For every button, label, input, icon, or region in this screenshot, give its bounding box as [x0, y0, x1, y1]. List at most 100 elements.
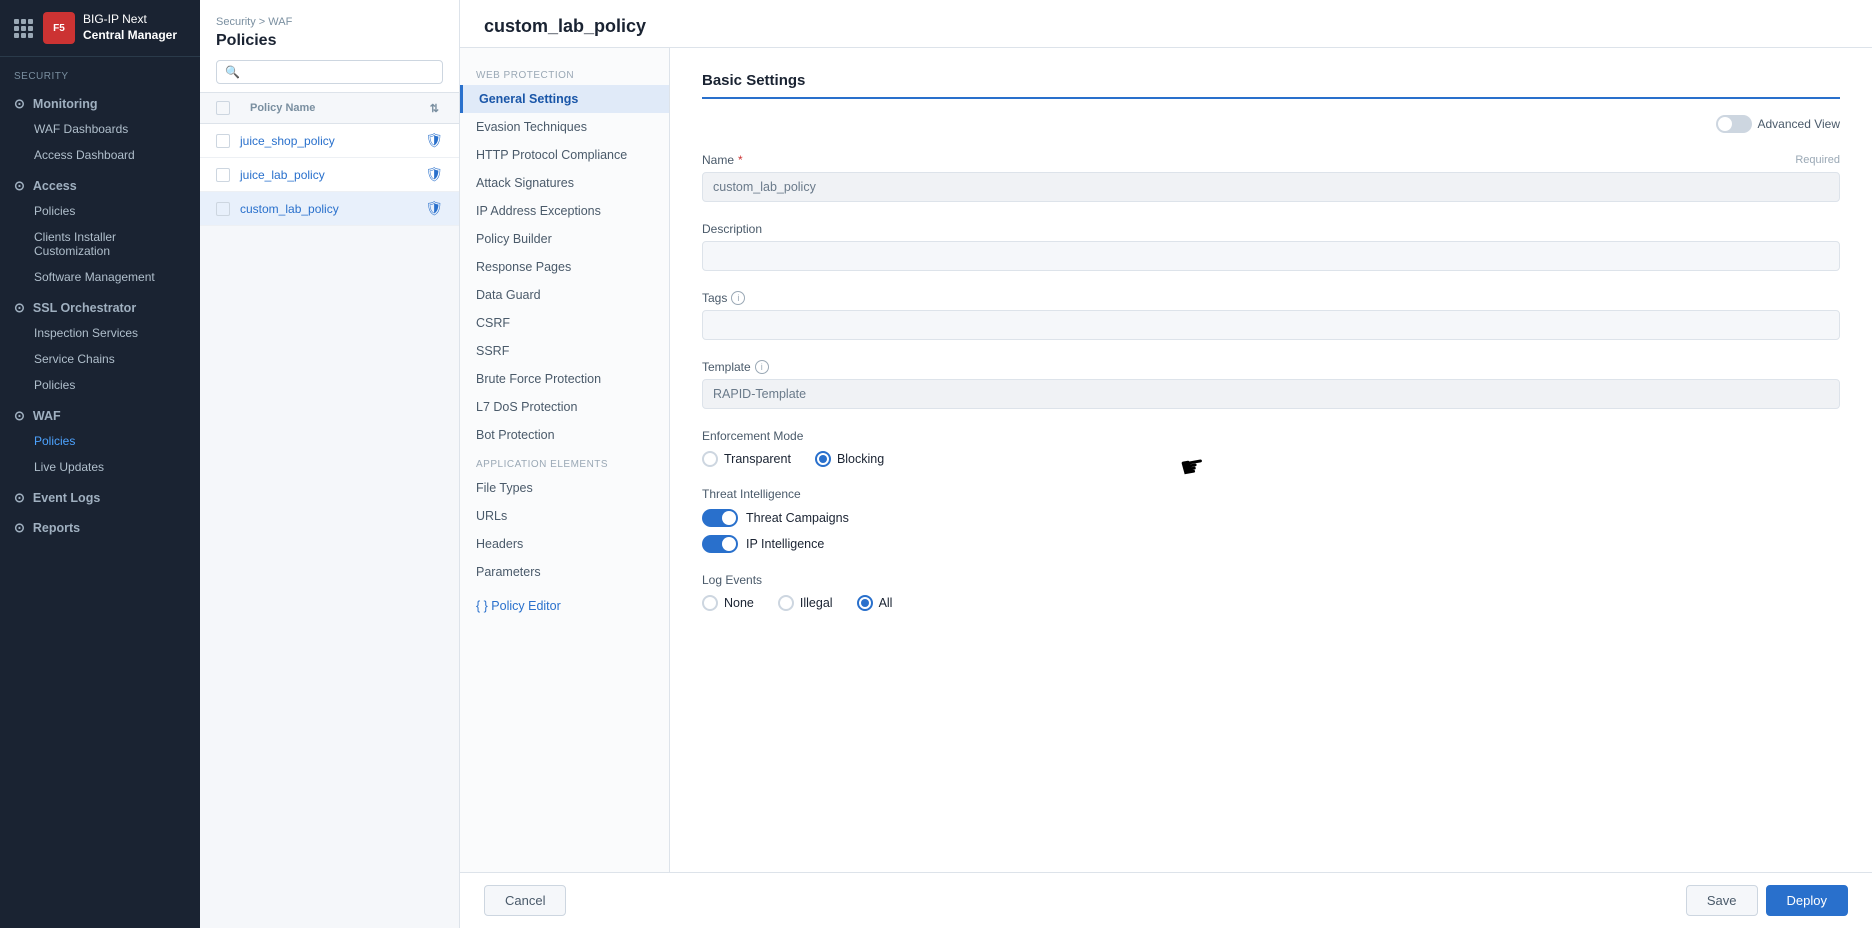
sidebar-item-live-updates[interactable]: Live Updates	[0, 454, 200, 480]
sidebar-item-ssl-policies[interactable]: Policies	[0, 372, 200, 398]
policy-name-juice-lab: juice_lab_policy	[240, 168, 425, 182]
radio-illegal[interactable]: Illegal	[778, 595, 833, 611]
enforcement-radio-group: Transparent Blocking	[702, 451, 1840, 467]
search-icon: 🔍	[225, 65, 240, 79]
radio-circle-all[interactable]	[857, 595, 873, 611]
sidebar-item-clients-installer[interactable]: Clients Installer Customization	[0, 224, 200, 264]
save-button[interactable]: Save	[1686, 885, 1758, 916]
nav-item-l7-dos[interactable]: L7 DoS Protection	[460, 393, 669, 421]
enforcement-label: Enforcement Mode	[702, 429, 1840, 443]
ip-intelligence-toggle[interactable]	[702, 535, 738, 553]
tags-info-icon[interactable]: i	[731, 291, 745, 305]
deploy-button[interactable]: Deploy	[1766, 885, 1848, 916]
editor-footer: Cancel Save Deploy	[460, 872, 1872, 928]
description-input[interactable]	[702, 241, 1840, 271]
nav-item-ssrf[interactable]: SSRF	[460, 337, 669, 365]
policy-list-panel: Security > WAF Policies 🔍 Policy Name ⇅ …	[200, 0, 460, 928]
radio-blocking[interactable]: Blocking	[815, 451, 884, 467]
nav-item-brute-force[interactable]: Brute Force Protection	[460, 365, 669, 393]
nav-item-headers[interactable]: Headers	[460, 530, 669, 558]
nav-section-web-protection: WEB PROTECTION	[460, 60, 669, 85]
policy-row-custom-lab[interactable]: custom_lab_policy 🛡	[200, 192, 459, 226]
name-label: Name * Required	[702, 153, 1840, 167]
sidebar-item-access-dashboard[interactable]: Access Dashboard	[0, 142, 200, 168]
editor-nav: WEB PROTECTION General Settings Evasion …	[460, 48, 670, 872]
policy-name-juice-shop: juice_shop_policy	[240, 134, 425, 148]
sidebar-item-waf-policies[interactable]: Policies	[0, 428, 200, 454]
toggle-knob	[1718, 117, 1732, 131]
sidebar-header: F5 BIG-IP NextCentral Manager	[0, 0, 200, 57]
policy-checkbox-custom-lab[interactable]	[216, 202, 230, 216]
event-logs-icon: ⊙	[14, 490, 25, 506]
apps-grid-icon[interactable]	[14, 19, 33, 38]
editor-title: custom_lab_policy	[484, 16, 1848, 37]
radio-none[interactable]: None	[702, 595, 754, 611]
search-box[interactable]: 🔍	[216, 60, 443, 84]
sidebar-group-access[interactable]: ⊙ Access	[0, 168, 200, 198]
nav-item-data-guard[interactable]: Data Guard	[460, 281, 669, 309]
form-group-enforcement: Enforcement Mode Transparent Blocking	[702, 429, 1840, 467]
nav-item-policy-editor-link[interactable]: { } Policy Editor	[460, 586, 669, 625]
sidebar-group-waf[interactable]: ⊙ WAF	[0, 398, 200, 428]
policy-checkbox-juice-shop[interactable]	[216, 134, 230, 148]
radio-dot-all	[861, 599, 869, 607]
radio-circle-blocking[interactable]	[815, 451, 831, 467]
form-group-log-events: Log Events None Illegal	[702, 573, 1840, 611]
required-text: Required	[1795, 154, 1840, 166]
radio-circle-transparent[interactable]	[702, 451, 718, 467]
sidebar-group-monitoring[interactable]: ⊙ Monitoring	[0, 86, 200, 116]
radio-circle-illegal[interactable]	[778, 595, 794, 611]
form-group-name: Name * Required	[702, 153, 1840, 202]
form-group-threat-intel: Threat Intelligence Threat Campaigns IP …	[702, 487, 1840, 553]
name-input[interactable]	[702, 172, 1840, 202]
threat-campaigns-toggle[interactable]	[702, 509, 738, 527]
template-input[interactable]	[702, 379, 1840, 409]
sidebar: F5 BIG-IP NextCentral Manager Security ⊙…	[0, 0, 200, 928]
sidebar-group-ssl[interactable]: ⊙ SSL Orchestrator	[0, 290, 200, 320]
sidebar-item-inspection-services[interactable]: Inspection Services	[0, 320, 200, 346]
cancel-button[interactable]: Cancel	[484, 885, 566, 916]
form-group-template: Template i	[702, 360, 1840, 409]
nav-item-http-protocol[interactable]: HTTP Protocol Compliance	[460, 141, 669, 169]
nav-item-file-types[interactable]: File Types	[460, 474, 669, 502]
required-star: *	[738, 153, 743, 167]
nav-item-response-pages[interactable]: Response Pages	[460, 253, 669, 281]
radio-label-illegal: Illegal	[800, 596, 833, 610]
search-input[interactable]	[244, 65, 434, 79]
sort-icon[interactable]: ⇅	[430, 102, 439, 115]
policy-row-juice-lab[interactable]: juice_lab_policy 🛡	[200, 158, 459, 192]
nav-item-evasion[interactable]: Evasion Techniques	[460, 113, 669, 141]
policy-checkbox-juice-lab[interactable]	[216, 168, 230, 182]
radio-circle-none[interactable]	[702, 595, 718, 611]
policy-name-custom-lab: custom_lab_policy	[240, 202, 425, 216]
sidebar-item-software-mgmt[interactable]: Software Management	[0, 264, 200, 290]
advanced-view-label: Advanced View	[1758, 117, 1841, 131]
radio-transparent[interactable]: Transparent	[702, 451, 791, 467]
nav-item-ip-exceptions[interactable]: IP Address Exceptions	[460, 197, 669, 225]
nav-item-bot-protection[interactable]: Bot Protection	[460, 421, 669, 449]
policy-editor: custom_lab_policy WEB PROTECTION General…	[460, 0, 1872, 928]
sidebar-group-event-logs[interactable]: ⊙ Event Logs	[0, 480, 200, 510]
sidebar-item-access-policies[interactable]: Policies	[0, 198, 200, 224]
policy-row-juice-shop[interactable]: juice_shop_policy 🛡	[200, 124, 459, 158]
radio-all[interactable]: All	[857, 595, 893, 611]
nav-item-general-settings[interactable]: General Settings	[460, 85, 669, 113]
nav-item-csrf[interactable]: CSRF	[460, 309, 669, 337]
sidebar-group-reports[interactable]: ⊙ Reports	[0, 510, 200, 540]
nav-item-policy-builder[interactable]: Policy Builder	[460, 225, 669, 253]
tags-input[interactable]	[702, 310, 1840, 340]
sidebar-item-service-chains[interactable]: Service Chains	[0, 346, 200, 372]
radio-label-transparent: Transparent	[724, 452, 791, 466]
advanced-view-toggle[interactable]	[1716, 115, 1752, 133]
sidebar-item-waf-dashboards[interactable]: WAF Dashboards	[0, 116, 200, 142]
tags-label: Tags i	[702, 291, 1840, 305]
access-icon: ⊙	[14, 178, 25, 194]
template-info-icon[interactable]: i	[755, 360, 769, 374]
editor-header: custom_lab_policy	[460, 0, 1872, 48]
nav-item-parameters[interactable]: Parameters	[460, 558, 669, 586]
threat-campaigns-row: Threat Campaigns	[702, 509, 1840, 527]
nav-item-urls[interactable]: URLs	[460, 502, 669, 530]
nav-item-attack-signatures[interactable]: Attack Signatures	[460, 169, 669, 197]
monitoring-icon: ⊙	[14, 96, 25, 112]
main-area: Security > WAF Policies 🔍 Policy Name ⇅ …	[200, 0, 1872, 928]
